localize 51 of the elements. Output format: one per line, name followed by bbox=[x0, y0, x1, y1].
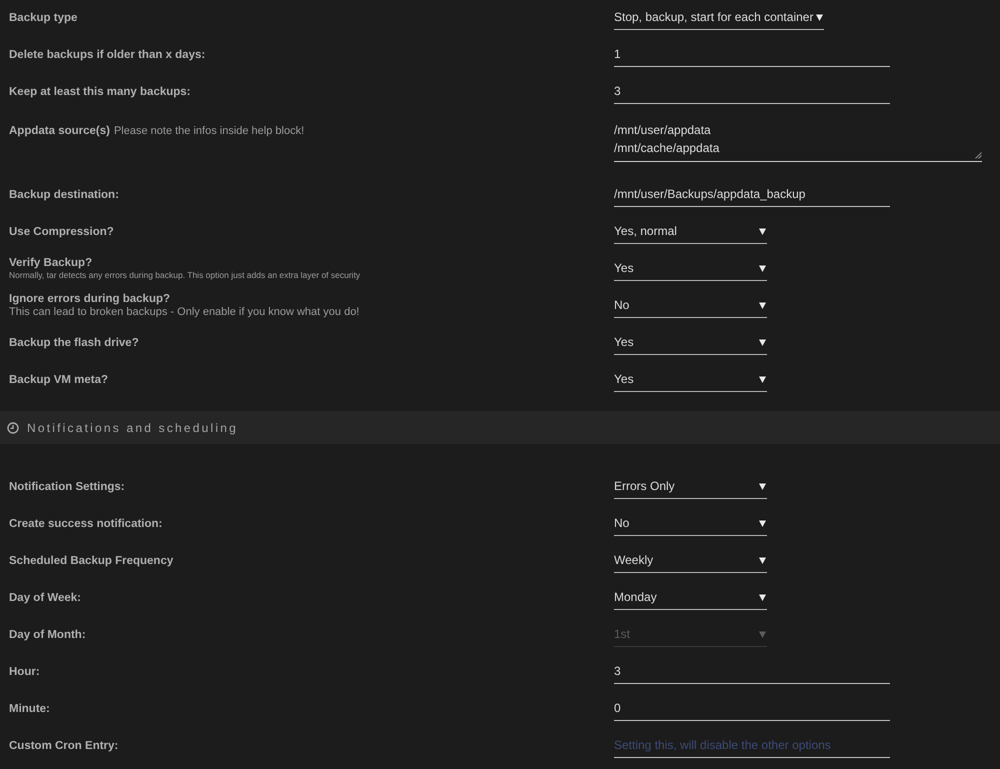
caret-icon bbox=[759, 338, 766, 346]
caret-icon bbox=[759, 376, 766, 382]
setting-description: This can lead to broken backups - Only enable if you know what you do! bbox=[9, 306, 360, 319]
caret-icon bbox=[759, 520, 766, 526]
setting-hint: Normally, tar detects any errors during backup. This option just adds an extra layer of security bbox=[9, 270, 362, 281]
setting-label: Notification Settings: bbox=[9, 480, 125, 492]
setting-label: Custom Cron Entry: bbox=[9, 740, 118, 752]
dropdown[interactable]: Yes bbox=[614, 258, 767, 281]
dropdown[interactable]: No bbox=[614, 295, 767, 318]
clock-icon bbox=[7, 422, 19, 434]
dropdown[interactable]: No bbox=[614, 513, 767, 536]
caret-icon bbox=[759, 302, 766, 308]
text-area[interactable]: /mnt/user/appdata /mnt/cache/appdata bbox=[614, 119, 982, 162]
setting-label: Backup VM meta? bbox=[9, 374, 108, 386]
caret-icon bbox=[759, 630, 766, 638]
section-title: Notifications and scheduling bbox=[27, 420, 238, 436]
setting-label: Create success notification: bbox=[9, 518, 162, 530]
input-field[interactable]: /mnt/user/Backups/appdata_backup bbox=[614, 184, 890, 207]
caret-icon bbox=[759, 594, 766, 600]
dropdown[interactable]: Monday bbox=[614, 587, 767, 610]
input-field[interactable]: 3 bbox=[614, 661, 890, 684]
dropdown[interactable]: Errors Only bbox=[614, 476, 767, 499]
setting-label: Backup type bbox=[9, 12, 78, 24]
setting-label: Minute: bbox=[9, 702, 50, 714]
input-field[interactable]: 1 bbox=[614, 44, 890, 67]
setting-label: Ignore errors during backup? bbox=[9, 293, 170, 305]
setting-label: Backup the flash drive? bbox=[9, 336, 139, 348]
setting-label: Delete backups if older than x days: bbox=[9, 48, 206, 60]
dropdown[interactable]: Yes, normal bbox=[614, 221, 767, 244]
dropdown[interactable]: Yes bbox=[614, 369, 767, 392]
setting-label: Scheduled Backup Frequency bbox=[9, 554, 174, 566]
dropdown[interactable]: Stop, backup, start for each container bbox=[614, 7, 824, 30]
setting-label: Keep at least this many backups: bbox=[9, 86, 191, 98]
caret-icon bbox=[759, 264, 766, 272]
caret-icon bbox=[759, 556, 766, 564]
caret-icon bbox=[759, 228, 766, 234]
setting-label: Appdata source(s) bbox=[9, 125, 110, 137]
setting-label: Day of Week: bbox=[9, 592, 82, 604]
dropdown[interactable]: Yes bbox=[614, 332, 767, 355]
setting-label: Use Compression? bbox=[9, 226, 114, 238]
setting-label: Backup destination: bbox=[9, 188, 119, 200]
input-field[interactable]: 3 bbox=[614, 81, 890, 104]
setting-label: Verify Backup? bbox=[9, 257, 92, 269]
setting-label: Hour: bbox=[9, 666, 40, 678]
caret-icon bbox=[816, 14, 824, 20]
setting-label: Day of Month: bbox=[9, 628, 86, 640]
input-field[interactable]: 0 bbox=[614, 698, 890, 721]
help-note: Please note the infos inside help block! bbox=[114, 125, 304, 137]
dropdown[interactable]: Weekly bbox=[614, 550, 767, 573]
caret-icon bbox=[759, 482, 766, 490]
resize-handle-icon bbox=[975, 152, 982, 159]
